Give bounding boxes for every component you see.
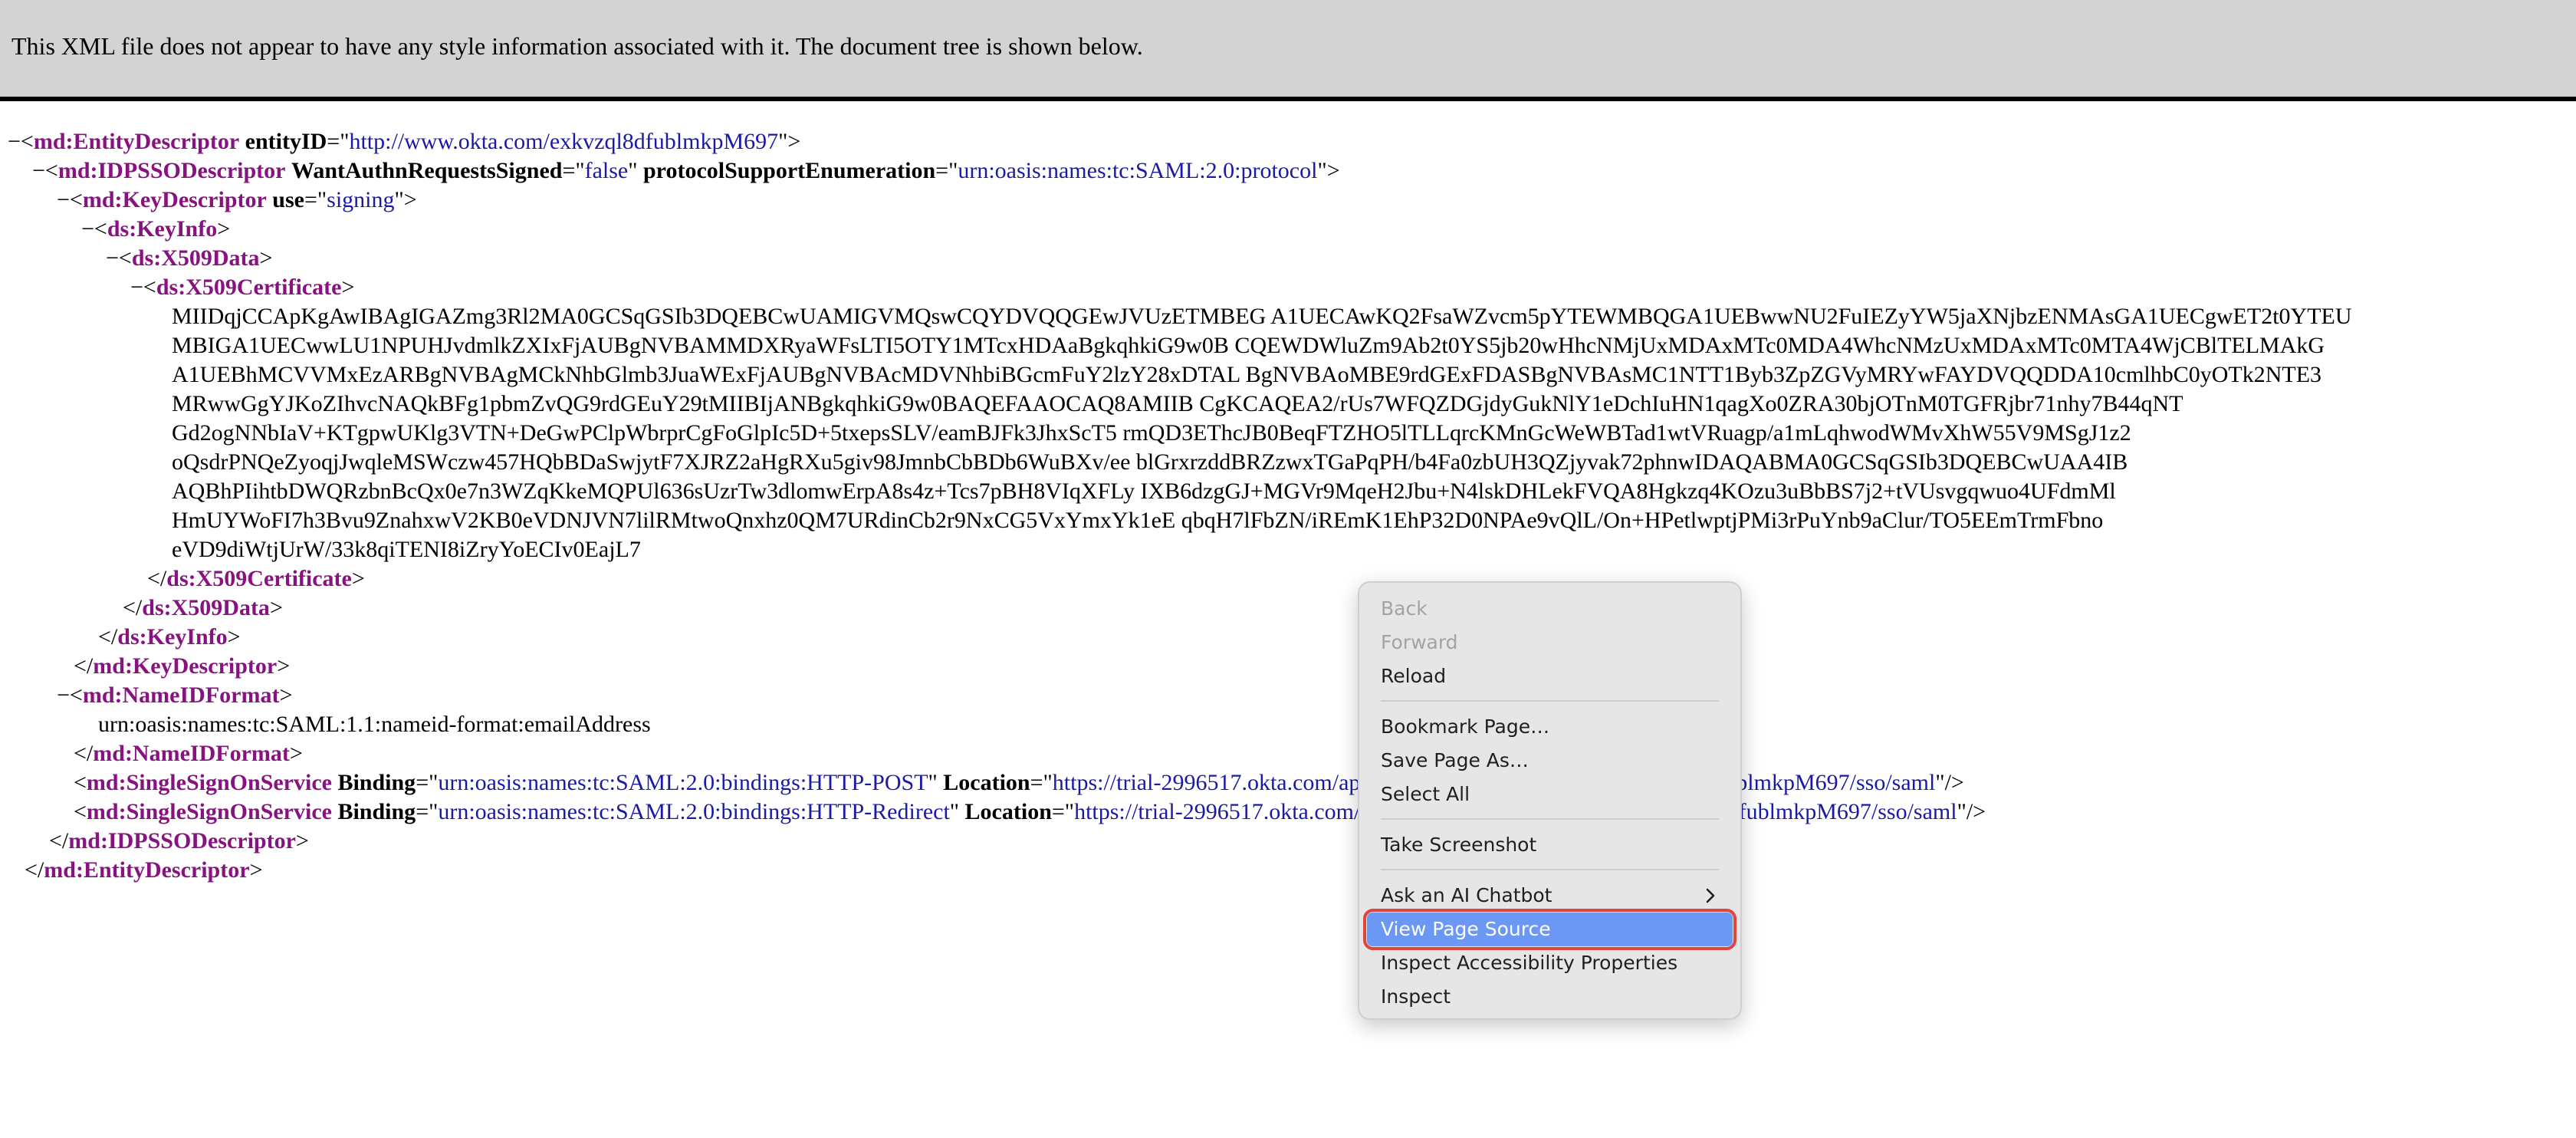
certificate-text-line: MIIDqjCCApKgAwIBAgIGAZmg3Rl2MA0GCSqGSIb3… — [172, 304, 2352, 329]
xml-line-idpsso-close: </md:IDPSSODescriptor> — [49, 828, 309, 854]
attr-name: Location — [964, 799, 1052, 824]
attr-name: Location — [943, 770, 1030, 795]
menu-item-label: Save Page As… — [1381, 749, 1529, 771]
menu-item-label: Reload — [1381, 665, 1447, 687]
xml-line-keydescriptor-close: </md:KeyDescriptor> — [74, 653, 291, 679]
xml-line-nameidformat-open: −<md:NameIDFormat> — [57, 682, 293, 708]
attr-value: urn:oasis:names:tc:SAML:2.0:protocol — [958, 158, 1318, 183]
xml-line-entity-descriptor-close: </md:EntityDescriptor> — [25, 857, 263, 883]
attr-value: http://www.okta.com/exkvzql8dfublmkpM697 — [349, 129, 779, 154]
nameid-format-value: urn:oasis:names:tc:SAML:1.1:nameid-forma… — [98, 712, 651, 737]
menu-item-back: Back — [1359, 592, 1740, 626]
tag-name: ds:KeyInfo — [117, 624, 228, 650]
menu-item-label: Back — [1381, 597, 1428, 620]
menu-item-forward: Forward — [1359, 626, 1740, 659]
context-menu: Back Forward Reload Bookmark Page… Save … — [1358, 581, 1742, 1020]
collapse-toggle[interactable]: − — [130, 275, 143, 300]
xml-line-x509cert-open: −<ds:X509Certificate> — [130, 275, 355, 300]
menu-item-label: View Page Source — [1381, 918, 1551, 940]
attr-value: false — [584, 158, 629, 183]
menu-item-bookmark-page[interactable]: Bookmark Page… — [1359, 710, 1740, 744]
attr-value: urn:oasis:names:tc:SAML:2.0:bindings:HTT… — [438, 770, 928, 795]
xml-line-x509data-close: </ds:X509Data> — [123, 595, 283, 620]
certificate-text-line: MBIGA1UECwwLU1NPUHJvdmlkZXIxFjAUBgNVBAMM… — [172, 333, 2325, 358]
tag-name: ds:X509Data — [142, 595, 270, 620]
menu-item-label: Take Screenshot — [1381, 834, 1537, 856]
attr-name: Binding — [337, 799, 416, 824]
xml-line-entity-descriptor-open: −<md:EntityDescriptor entityID="http://w… — [8, 129, 801, 154]
tag-name: md:EntityDescriptor — [44, 857, 250, 883]
xml-line-keydescriptor-open: −<md:KeyDescriptor use="signing"> — [57, 187, 417, 212]
menu-item-inspect-accessibility[interactable]: Inspect Accessibility Properties — [1359, 946, 1740, 980]
tag-name: md:KeyDescriptor — [82, 187, 267, 212]
attr-value: urn:oasis:names:tc:SAML:2.0:bindings:HTT… — [438, 799, 950, 824]
menu-item-take-screenshot[interactable]: Take Screenshot — [1359, 828, 1740, 862]
tag-name: md:NameIDFormat — [82, 682, 280, 708]
menu-item-label: Inspect — [1381, 985, 1451, 1008]
menu-item-label: Select All — [1381, 783, 1470, 805]
xml-info-text: This XML file does not appear to have an… — [12, 32, 1143, 60]
tag-name: ds:X509Certificate — [166, 566, 352, 591]
xml-line-keyinfo-close: </ds:KeyInfo> — [98, 624, 241, 650]
collapse-toggle[interactable]: − — [106, 245, 119, 271]
menu-item-select-all[interactable]: Select All — [1359, 778, 1740, 811]
collapse-toggle[interactable]: − — [32, 158, 45, 183]
certificate-text-line: HmUYWoFI7h3Bvu9ZnahxwV2KB0eVDNJVN7lilRMt… — [172, 508, 2104, 533]
xml-line-x509cert-close: </ds:X509Certificate> — [147, 566, 365, 591]
attr-name: use — [272, 187, 304, 212]
menu-item-label: Inspect Accessibility Properties — [1381, 952, 1678, 974]
tag-name: md:SingleSignOnService — [86, 799, 332, 824]
certificate-text-line: Gd2ogNNbIaV+KTgpwUKlg3VTN+DeGwPClpWbrprC… — [172, 420, 2131, 446]
attr-name: WantAuthnRequestsSigned — [291, 158, 563, 183]
tag-name: md:SingleSignOnService — [86, 770, 332, 795]
attr-name: entityID — [245, 129, 327, 154]
xml-line-nameidformat-close: </md:NameIDFormat> — [74, 741, 303, 766]
collapse-toggle[interactable]: − — [57, 187, 70, 212]
menu-item-label: Forward — [1381, 631, 1458, 653]
menu-item-inspect[interactable]: Inspect — [1359, 980, 1740, 1014]
certificate-text-line: MRwwGgYJKoZIhvcNAQkBFg1pbmZvQG9rdGEuY29t… — [172, 391, 2183, 416]
menu-item-save-page-as[interactable]: Save Page As… — [1359, 744, 1740, 778]
certificate-text-line: AQBhPIihtbDWQRzbnBcQx0e7n3WZqKkeMQPUl636… — [172, 479, 2116, 504]
attr-name: protocolSupportEnumeration — [643, 158, 936, 183]
menu-item-ask-ai-chatbot[interactable]: Ask an AI Chatbot — [1359, 879, 1740, 913]
attr-name: Binding — [337, 770, 416, 795]
certificate-text-line: eVD9diWtjUrW/33k8qiTENI8iZryYoECIv0EajL7 — [172, 537, 641, 562]
chevron-right-icon — [1706, 888, 1715, 903]
certificate-text-line: A1UEBhMCVVMxEzARBgNVBAgMCkNhbGlmb3JuaWEx… — [172, 362, 2322, 387]
tag-name: md:NameIDFormat — [93, 741, 290, 766]
menu-item-view-page-source[interactable]: View Page Source — [1359, 909, 1740, 950]
xml-info-banner: This XML file does not appear to have an… — [0, 0, 2576, 101]
certificate-text-line: oQsdrPNQeZyoqjJwqleMSWczw457HQbBDaSwjytF… — [172, 449, 2128, 475]
tag-name: md:IDPSSODescriptor — [58, 158, 286, 183]
collapse-toggle[interactable]: − — [81, 216, 94, 242]
xml-line-x509data-open: −<ds:X509Data> — [106, 245, 273, 271]
tag-name: md:KeyDescriptor — [93, 653, 278, 679]
menu-separator — [1381, 818, 1719, 820]
tag-name: md:EntityDescriptor — [33, 129, 240, 154]
collapse-toggle[interactable]: − — [57, 682, 70, 708]
collapse-toggle[interactable]: − — [8, 129, 21, 154]
menu-separator — [1381, 869, 1719, 870]
menu-item-reload[interactable]: Reload — [1359, 659, 1740, 693]
tag-name: ds:X509Certificate — [156, 275, 342, 300]
menu-item-label: Bookmark Page… — [1381, 715, 1550, 738]
tag-name: md:IDPSSODescriptor — [68, 828, 296, 854]
menu-item-label: Ask an AI Chatbot — [1381, 884, 1552, 906]
tag-name: ds:KeyInfo — [107, 216, 218, 242]
xml-line-keyinfo-open: −<ds:KeyInfo> — [81, 216, 231, 242]
xml-line-idpsso-open: −<md:IDPSSODescriptor WantAuthnRequestsS… — [32, 158, 1340, 183]
tag-name: ds:X509Data — [131, 245, 260, 271]
attr-value: signing — [327, 187, 395, 212]
menu-separator — [1381, 700, 1719, 702]
